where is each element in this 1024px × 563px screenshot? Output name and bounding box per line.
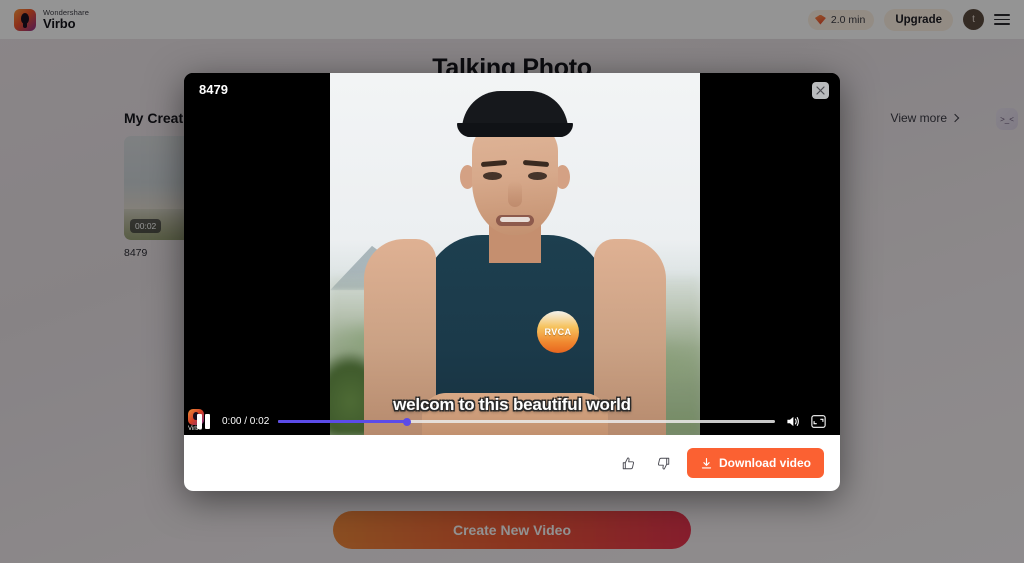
- modal-title: 8479: [199, 82, 228, 97]
- subject-cap-brim: [457, 123, 573, 137]
- time-label: 0:00 / 0:02: [222, 416, 270, 427]
- close-icon[interactable]: [812, 82, 829, 99]
- video-stage[interactable]: 8479 RVCA welcom to this beautiful world…: [184, 73, 840, 435]
- subject-eye-left: [483, 172, 502, 180]
- shirt-logo-label: RVCA: [544, 327, 572, 337]
- thumbs-down-icon[interactable]: [652, 451, 676, 475]
- thumbs-up-icon[interactable]: [617, 451, 641, 475]
- volume-icon[interactable]: [784, 413, 801, 430]
- progress-bar[interactable]: [278, 417, 775, 426]
- download-icon: [701, 457, 712, 468]
- fullscreen-icon[interactable]: [810, 413, 827, 430]
- download-video-button[interactable]: Download video: [686, 448, 824, 478]
- shirt-logo: RVCA: [537, 311, 579, 353]
- pause-button[interactable]: [197, 414, 213, 429]
- download-video-label: Download video: [718, 456, 811, 470]
- video-subject-person: RVCA: [330, 73, 700, 435]
- video-content: RVCA: [330, 73, 700, 435]
- subject-mouth: [496, 215, 534, 226]
- subject-eye-right: [528, 172, 547, 180]
- video-preview-modal: 8479 RVCA welcom to this beautiful world…: [184, 73, 840, 491]
- progress-knob[interactable]: [403, 417, 412, 426]
- modal-footer: Download video: [184, 435, 840, 491]
- progress-fill: [278, 419, 408, 424]
- video-controls: 0:00 / 0:02: [184, 408, 840, 435]
- subject-nose: [508, 181, 522, 207]
